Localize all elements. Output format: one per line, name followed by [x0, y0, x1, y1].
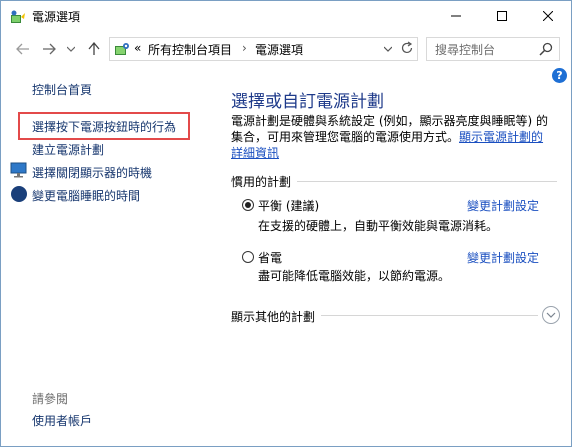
plan-power-saver-name[interactable]: 省電 — [258, 249, 282, 266]
sidebar-item-power-button-behavior[interactable]: 選擇按下電源按鈕時的行為 — [32, 118, 176, 135]
chevron-down-icon — [383, 46, 393, 52]
power-options-icon — [11, 10, 25, 23]
recent-locations-button[interactable] — [61, 38, 81, 60]
minimize-button[interactable] — [433, 1, 479, 31]
sidebar-item-change-sleep-time[interactable]: 變更電腦睡眠的時間 — [32, 187, 140, 204]
maximize-icon — [497, 11, 507, 21]
search-icon — [539, 42, 553, 56]
page-description: 電源計劃是硬體與系統設定 (例如，顯示器亮度與睡眠等) 的集合，可用來管理您電腦… — [231, 113, 551, 161]
breadcrumb-overflow[interactable]: « — [134, 41, 141, 55]
sidebar-item-turn-off-display[interactable]: 選擇關閉顯示器的時機 — [32, 164, 152, 181]
refresh-button[interactable] — [400, 41, 414, 58]
navigation-bar: « 所有控制台項目 › 電源選項 搜尋控制台 — [1, 34, 571, 64]
plan-power-saver-radio[interactable] — [242, 251, 254, 263]
sidebar-item-create-power-plan[interactable]: 建立電源計劃 — [32, 141, 104, 158]
show-additional-plans-label[interactable]: 顯示其他的計劃 — [231, 308, 315, 325]
window-title: 電源選項 — [32, 10, 81, 24]
maximize-button[interactable] — [479, 1, 525, 31]
expand-additional-plans-button[interactable] — [542, 306, 560, 324]
minimize-icon — [451, 15, 461, 17]
breadcrumb-power-options[interactable]: 電源選項 — [255, 41, 303, 58]
divider — [321, 315, 538, 316]
breadcrumb-all-control-panel-items[interactable]: 所有控制台項目 — [148, 41, 232, 58]
display-icon — [10, 162, 27, 178]
change-plan-settings-power-saver[interactable]: 變更計劃設定 — [467, 249, 539, 266]
chevron-down-icon — [67, 46, 75, 52]
plan-balanced-radio[interactable] — [242, 199, 254, 211]
address-dropdown-button[interactable] — [383, 42, 393, 57]
page-title: 選擇或自訂電源計劃 — [231, 92, 384, 112]
control-panel-icon — [115, 43, 129, 55]
power-options-window: 電源選項 « 所有控制台項目 › 電源選項 搜尋控制台 ? 控制台首頁 選擇按下… — [0, 0, 572, 447]
back-arrow-icon — [16, 43, 29, 55]
change-plan-settings-balanced[interactable]: 變更計劃設定 — [467, 197, 539, 214]
help-button[interactable]: ? — [552, 68, 567, 83]
search-placeholder: 搜尋控制台 — [435, 43, 496, 57]
see-also-label: 請參閱 — [32, 392, 69, 406]
user-accounts-link[interactable]: 使用者帳戶 — [32, 412, 92, 429]
preferred-plans-header: 慣用的計劃 — [231, 175, 292, 189]
chevron-down-icon — [546, 312, 556, 318]
sleep-moon-icon — [11, 186, 27, 202]
refresh-icon — [401, 41, 413, 54]
up-arrow-icon — [88, 42, 100, 55]
breadcrumb-separator[interactable]: › — [242, 41, 247, 55]
up-button[interactable] — [84, 38, 104, 60]
divider — [297, 181, 557, 182]
search-box[interactable]: 搜尋控制台 — [426, 37, 560, 61]
plan-balanced-name[interactable]: 平衡 (建議) — [258, 197, 319, 214]
address-bar[interactable]: « 所有控制台項目 › 電源選項 — [109, 37, 418, 61]
forward-button[interactable] — [39, 38, 59, 60]
plan-power-saver-description: 盡可能降低電腦效能，以節約電源。 — [258, 269, 451, 283]
close-icon — [543, 11, 553, 21]
sidebar-item-control-panel-home[interactable]: 控制台首頁 — [32, 81, 92, 98]
back-button[interactable] — [13, 38, 33, 60]
title-bar: 電源選項 — [1, 1, 571, 31]
close-button[interactable] — [525, 1, 571, 31]
plan-balanced-description: 在支援的硬體上，自動平衡效能與電源消耗。 — [258, 219, 499, 233]
forward-arrow-icon — [43, 43, 56, 55]
